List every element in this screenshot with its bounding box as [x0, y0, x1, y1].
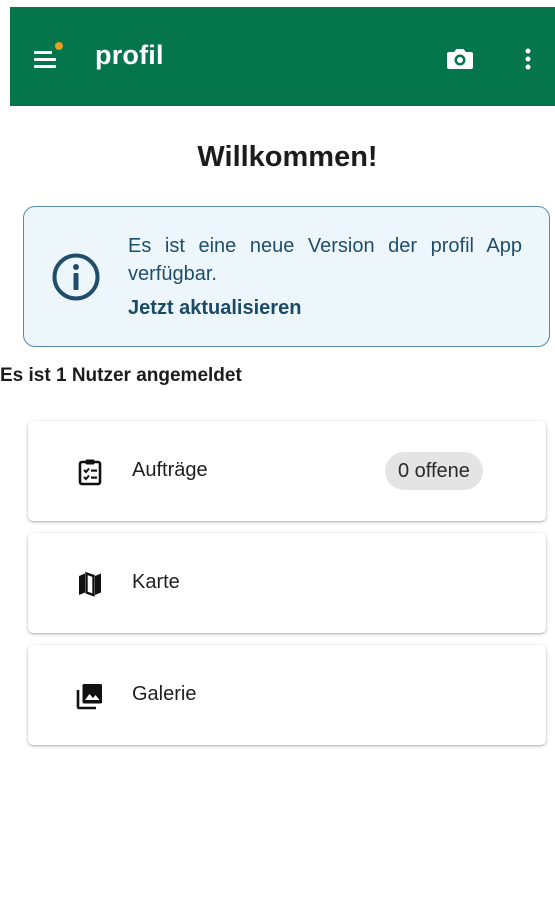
card-gallery[interactable]: Galerie: [28, 645, 546, 745]
card-orders[interactable]: Aufträge 0 offene: [28, 421, 546, 521]
camera-button[interactable]: [440, 39, 480, 79]
app-bar: profil: [10, 7, 555, 106]
app-title: profil: [95, 40, 164, 70]
app-screen: profil Willkommen! Es ist eine neue Vers…: [0, 0, 555, 908]
card-map[interactable]: Karte: [28, 533, 546, 633]
update-banner: Es ist eine neue Version der profil App …: [23, 206, 550, 347]
map-icon: [79, 571, 101, 597]
update-now-link[interactable]: Jetzt aktualisieren: [128, 297, 301, 320]
card-map-label: Karte: [132, 571, 180, 593]
menu-button[interactable]: [24, 39, 64, 79]
gallery-icon: [76, 684, 102, 710]
info-icon: [52, 253, 100, 301]
notification-dot: [55, 42, 63, 50]
update-message: Es ist eine neue Version der profil App …: [128, 235, 522, 285]
card-gallery-label: Galerie: [132, 683, 197, 705]
card-orders-label: Aufträge: [132, 459, 208, 481]
more-options-button[interactable]: [508, 39, 548, 79]
status-bar-gap: [0, 0, 555, 7]
camera-icon: [447, 49, 473, 69]
more-vert-icon: [525, 48, 531, 70]
welcome-title: Willkommen!: [197, 141, 378, 173]
clipboard-checklist-icon: [78, 459, 102, 486]
open-orders-badge: 0 offene: [385, 452, 483, 490]
logged-in-users-status: Es ist 1 Nutzer angemeldet: [0, 365, 242, 386]
